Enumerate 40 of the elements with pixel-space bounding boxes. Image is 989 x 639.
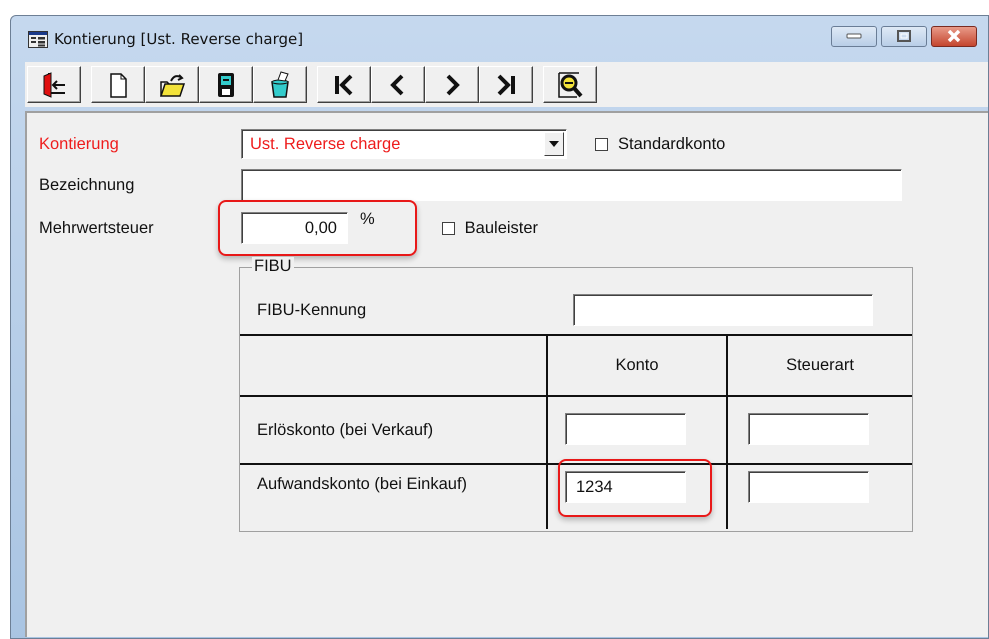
checkbox[interactable] — [595, 138, 608, 150]
next-button[interactable] — [425, 66, 479, 103]
maximize-icon — [897, 30, 911, 42]
search-button[interactable] — [543, 66, 597, 103]
input-field[interactable] — [748, 413, 869, 445]
field-label: Kontierung — [39, 134, 120, 154]
input-field[interactable] — [241, 169, 902, 201]
account-dropdown[interactable]: Ust. Reverse charge — [241, 129, 567, 159]
close-icon — [946, 30, 962, 42]
close-button[interactable] — [931, 26, 977, 46]
input-field[interactable]: 0,00 — [241, 212, 348, 244]
unit-label: % — [360, 210, 375, 229]
last-record-button[interactable] — [479, 66, 533, 103]
checkbox-label: Standardkonto — [618, 134, 726, 154]
input-field[interactable] — [565, 413, 686, 445]
checkbox[interactable] — [442, 222, 455, 234]
column-header: Konto — [615, 356, 659, 375]
column-header: Steuerart — [786, 356, 854, 375]
window-title: Kontierung [Ust. Reverse charge] — [54, 30, 304, 48]
previous-button[interactable] — [371, 66, 425, 103]
new-document-button[interactable] — [91, 66, 145, 103]
exit-button[interactable] — [27, 66, 81, 103]
save-button[interactable] — [199, 66, 253, 103]
first-record-button[interactable] — [317, 66, 371, 103]
trash-icon-button[interactable] — [253, 66, 307, 103]
minimize-icon — [846, 33, 862, 39]
form-icon — [28, 30, 48, 48]
open-folder-button[interactable] — [145, 66, 199, 103]
input-field[interactable] — [748, 471, 869, 503]
row-label: Aufwandskonto (bei Einkauf) — [257, 475, 468, 494]
row-label: Erlöskonto (bei Verkauf) — [257, 420, 434, 440]
maximize-button[interactable] — [881, 26, 927, 46]
field-label: Mehrwertsteuer — [39, 218, 155, 238]
dropdown-arrow-icon — [549, 141, 559, 147]
input-field[interactable] — [573, 294, 873, 326]
minimize-button[interactable] — [831, 26, 877, 46]
field-label: Bezeichnung — [39, 176, 136, 194]
field-label: FIBU-Kennung — [257, 300, 368, 320]
input-field[interactable]: 1234 — [565, 471, 686, 503]
checkbox-label: Bauleister — [464, 218, 538, 238]
